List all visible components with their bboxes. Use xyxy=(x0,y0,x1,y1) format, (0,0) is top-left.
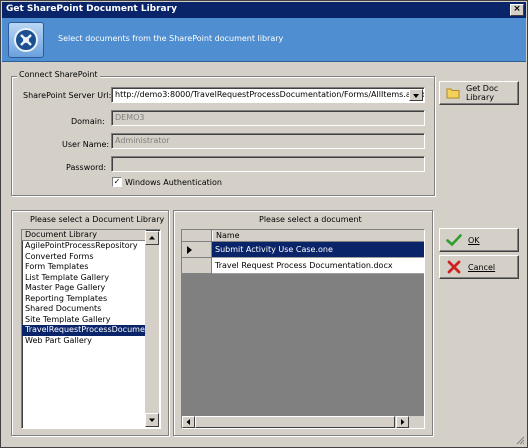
documents-hscrollbar[interactable] xyxy=(182,416,424,428)
password-label: Password: xyxy=(66,163,107,172)
window-title: Get SharePoint Document Library xyxy=(6,4,177,14)
ok-button[interactable]: OK xyxy=(439,228,519,252)
checkmark-icon: ✓ xyxy=(113,177,121,186)
username-value: Administrator xyxy=(115,136,170,145)
connect-sharepoint-label: Connect SharePoint xyxy=(17,70,100,79)
get-doc-library-button[interactable]: Get Doc Library xyxy=(439,81,519,105)
close-icon: × xyxy=(513,4,521,14)
windows-auth-label: Windows Authentication xyxy=(125,178,222,187)
get-doc-library-label: Get Doc Library xyxy=(466,84,499,102)
document-library-scrollbar[interactable] xyxy=(145,231,159,427)
list-item[interactable]: Site Template Gallery xyxy=(22,315,146,326)
documents-grid[interactable]: Name Submit Activity Use Case.one Travel … xyxy=(181,229,425,429)
documents-grid-header: Name xyxy=(182,230,424,242)
server-url-label: SharePoint Server Url: xyxy=(23,91,112,100)
document-library-group-label: Please select a Document Library xyxy=(30,215,165,224)
list-item[interactable]: TravelRequestProcessDocumenta... xyxy=(22,325,146,336)
server-url-combobox[interactable]: http://demo3:8000/TravelRequestProcessDo… xyxy=(111,87,425,103)
domain-label: Domain: xyxy=(71,117,105,126)
resize-grip-icon[interactable] xyxy=(515,435,525,445)
cancel-button[interactable]: Cancel xyxy=(439,255,519,279)
domain-field[interactable]: DEMO3 xyxy=(111,110,425,126)
row-header[interactable] xyxy=(182,242,212,258)
document-library-header: Document Library xyxy=(22,230,146,241)
documents-group-label: Please select a document xyxy=(259,215,362,224)
username-field[interactable]: Administrator xyxy=(111,133,425,149)
document-name-cell[interactable]: Submit Activity Use Case.one xyxy=(212,242,424,258)
domain-value: DEMO3 xyxy=(115,113,145,122)
list-item[interactable]: Master Page Gallery xyxy=(22,283,146,294)
name-column-header[interactable]: Name xyxy=(212,231,240,241)
checkmark-icon xyxy=(446,233,462,247)
grid-corner xyxy=(182,230,212,242)
list-item[interactable]: Form Templates xyxy=(22,262,146,273)
table-row[interactable]: Submit Activity Use Case.one xyxy=(182,242,424,258)
header-banner: Select documents from the SharePoint doc… xyxy=(2,18,526,62)
document-name-cell[interactable]: Travel Request Process Documentation.doc… xyxy=(212,258,424,274)
scroll-up-button[interactable] xyxy=(145,231,159,245)
scroll-down-button[interactable] xyxy=(145,413,159,427)
banner-text: Select documents from the SharePoint doc… xyxy=(58,34,284,43)
folder-icon xyxy=(446,86,460,100)
list-item[interactable]: Shared Documents xyxy=(22,304,146,315)
document-library-items: AgilePointProcessRepository Converted For… xyxy=(22,241,146,346)
list-item[interactable]: Reporting Templates xyxy=(22,294,146,305)
row-header[interactable] xyxy=(182,258,212,274)
chevron-down-icon[interactable] xyxy=(409,89,423,101)
server-url-value: http://demo3:8000/TravelRequestProcessDo… xyxy=(115,90,425,99)
list-item[interactable]: AgilePointProcessRepository xyxy=(22,241,146,252)
dialog-window: Get SharePoint Document Library × Select… xyxy=(0,0,528,448)
windows-auth-checkbox[interactable]: ✓ xyxy=(112,177,122,187)
scroll-left-button[interactable] xyxy=(182,416,195,428)
list-item[interactable]: Converted Forms xyxy=(22,252,146,263)
cancel-x-icon xyxy=(446,260,462,274)
password-field[interactable] xyxy=(111,156,425,172)
scroll-thumb[interactable] xyxy=(195,416,395,428)
scroll-right-button[interactable] xyxy=(396,416,409,428)
close-button[interactable]: × xyxy=(510,4,524,16)
list-item[interactable]: List Template Gallery xyxy=(22,273,146,284)
title-bar: Get SharePoint Document Library × xyxy=(2,2,526,18)
table-row[interactable]: Travel Request Process Documentation.doc… xyxy=(182,258,424,274)
list-item[interactable]: Web Part Gallery xyxy=(22,336,146,347)
ok-label: OK xyxy=(468,235,480,245)
username-label: User Name: xyxy=(62,140,110,149)
document-library-list[interactable]: Document Library AgilePointProcessReposi… xyxy=(21,229,161,429)
cancel-label: Cancel xyxy=(468,262,496,272)
row-pointer-icon xyxy=(187,246,192,254)
sharepoint-logo-icon xyxy=(8,22,44,58)
